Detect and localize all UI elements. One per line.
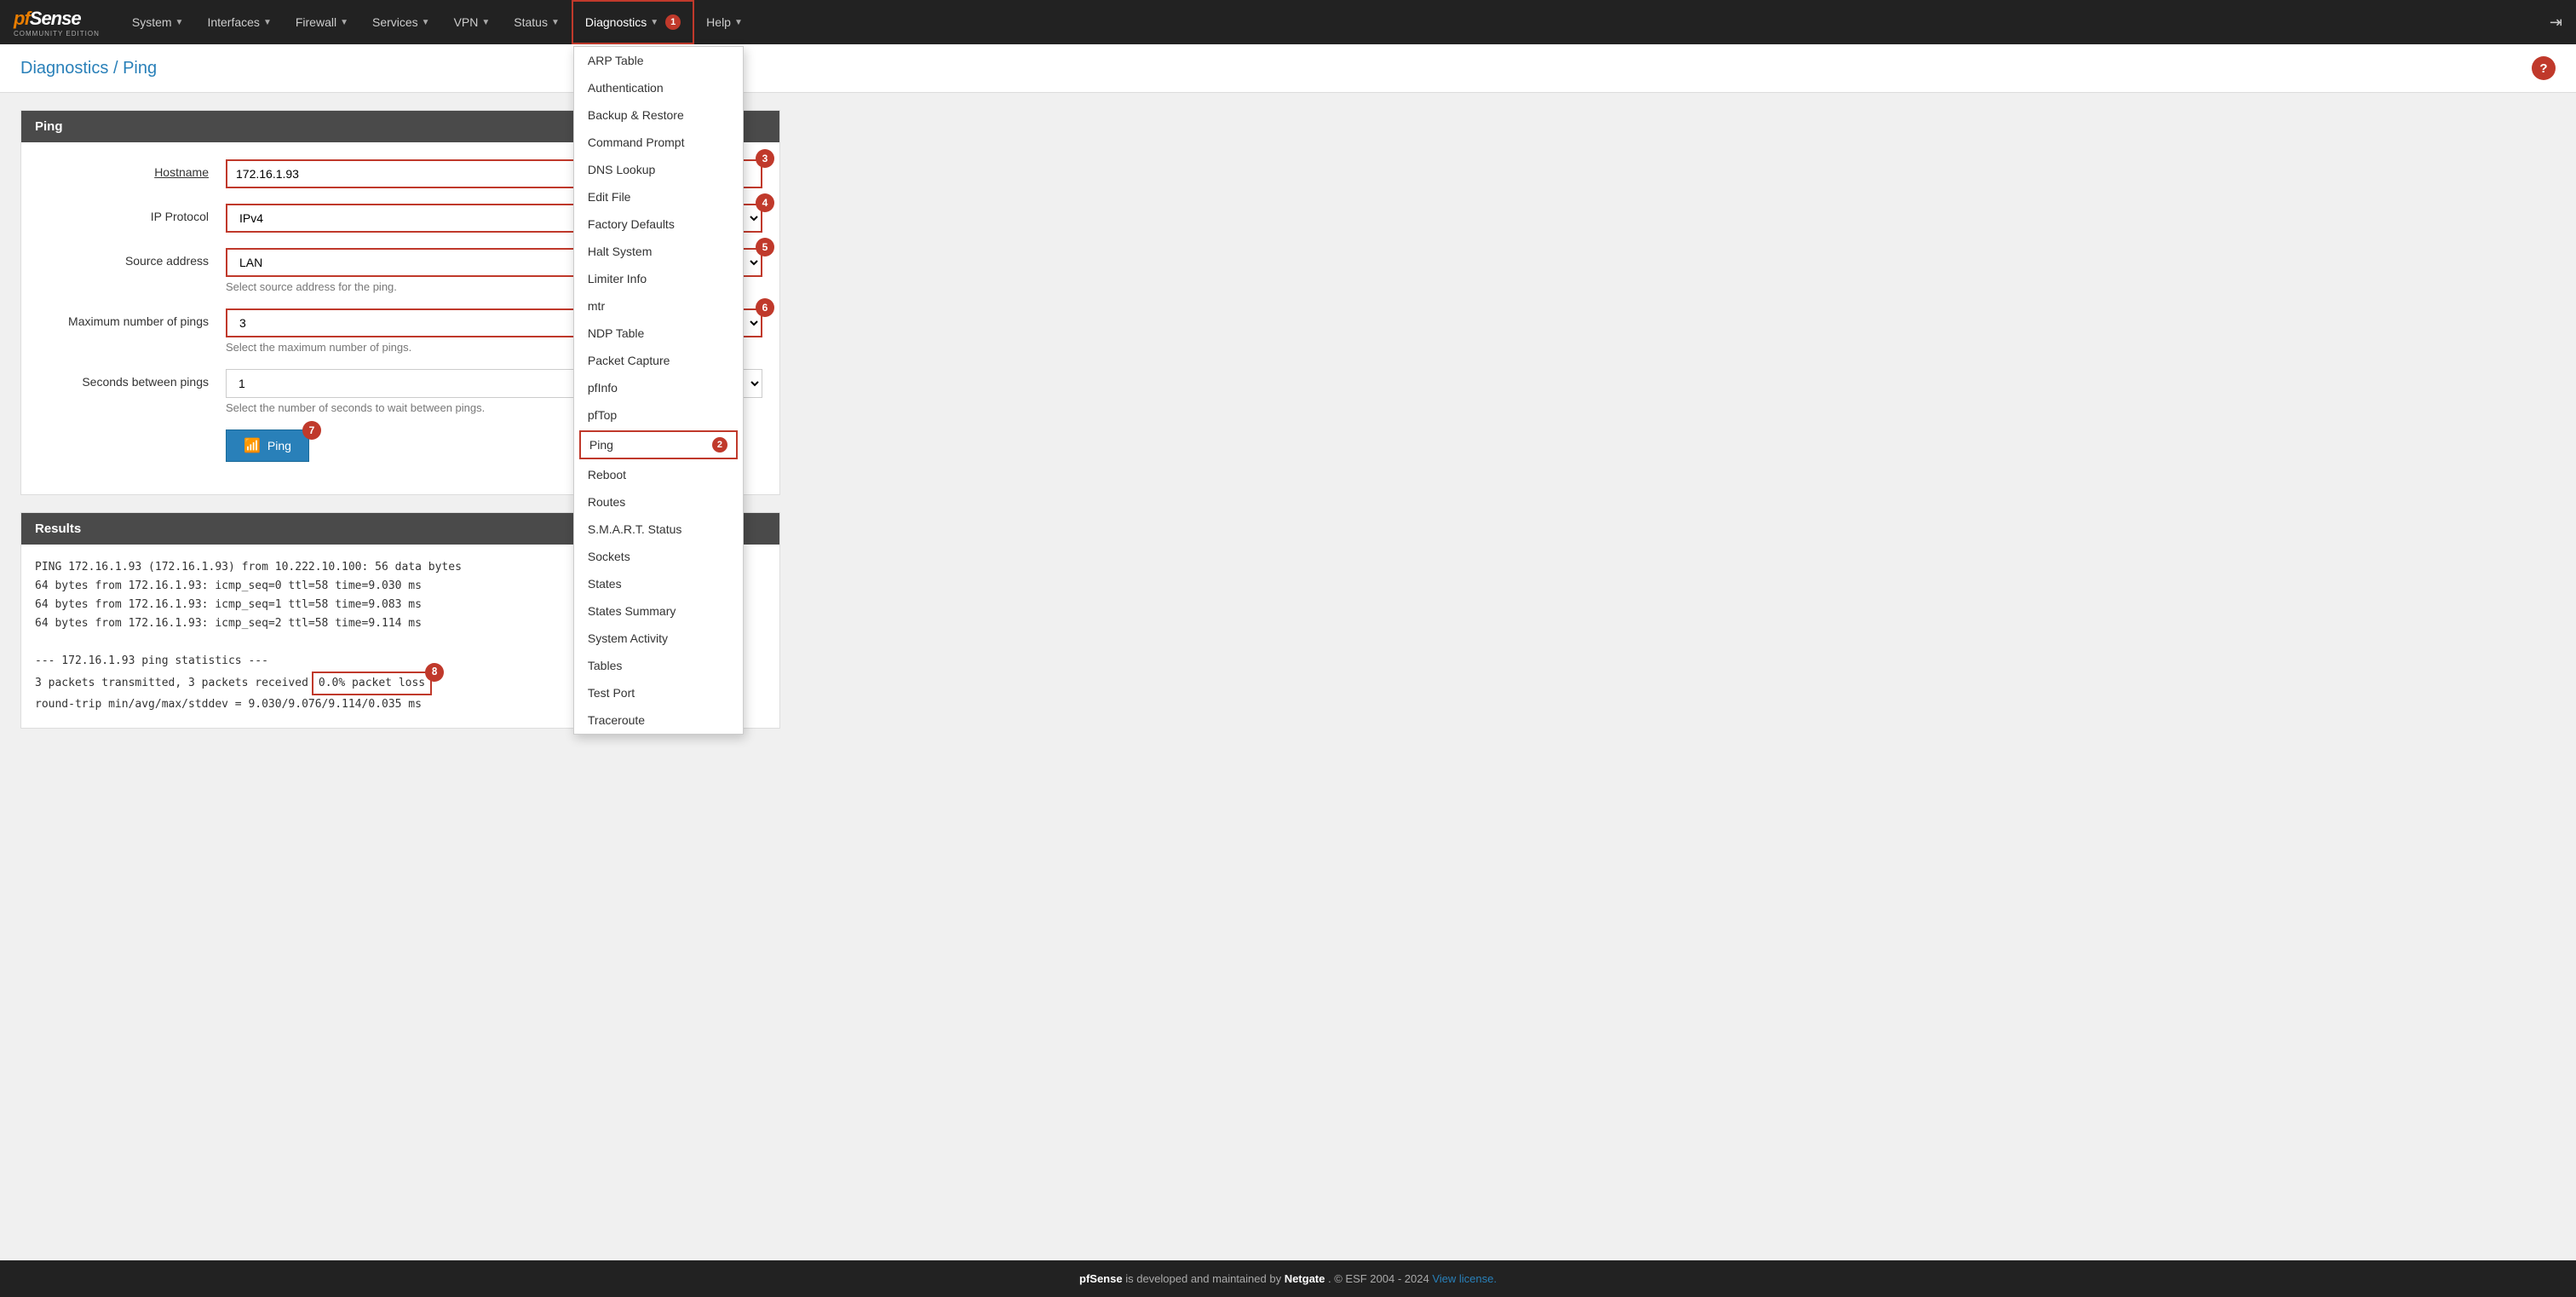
seconds-between-label: Seconds between pings — [38, 369, 226, 389]
caret-icon: ▼ — [422, 18, 430, 27]
nav-firewall[interactable]: Firewall ▼ — [284, 0, 360, 44]
ip-protocol-label: IP Protocol — [38, 204, 226, 223]
menu-mtr[interactable]: mtr — [574, 292, 743, 320]
footer-pfsense: pfSense — [1079, 1272, 1123, 1285]
menu-test-port[interactable]: Test Port — [574, 679, 743, 706]
navbar: pfSense COMMUNITY EDITION System ▼ Inter… — [0, 0, 2576, 44]
page-header: Diagnostics / Ping ? — [0, 44, 2576, 93]
caret-icon: ▼ — [263, 18, 272, 27]
menu-factory-defaults[interactable]: Factory Defaults — [574, 210, 743, 238]
step-7-badge: 7 — [302, 421, 321, 440]
caret-icon: ▼ — [650, 18, 658, 27]
step-3-badge: 3 — [756, 149, 774, 168]
menu-states[interactable]: States — [574, 570, 743, 597]
breadcrumb-current: Ping — [123, 59, 157, 78]
menu-sockets[interactable]: Sockets — [574, 543, 743, 570]
diagnostics-dropdown: ARP Table Authentication Backup & Restor… — [573, 46, 744, 735]
menu-routes[interactable]: Routes — [574, 488, 743, 516]
wifi-icon: 📶 — [244, 437, 261, 454]
ping-button-container: 📶 Ping 7 — [226, 429, 309, 462]
ping-button-spacer — [38, 429, 226, 435]
nav-status[interactable]: Status ▼ — [502, 0, 572, 44]
breadcrumb: Diagnostics / Ping — [20, 59, 157, 78]
footer: pfSense is developed and maintained by N… — [0, 1260, 2576, 1297]
menu-ndp-table[interactable]: NDP Table — [574, 320, 743, 347]
ping-button[interactable]: 📶 Ping — [226, 429, 309, 462]
menu-system-activity[interactable]: System Activity — [574, 625, 743, 652]
nav-services[interactable]: Services ▼ — [360, 0, 442, 44]
footer-after: . © ESF 2004 - 2024 — [1328, 1272, 1432, 1285]
breadcrumb-separator: / — [113, 59, 123, 78]
menu-traceroute[interactable]: Traceroute — [574, 706, 743, 734]
caret-icon: ▼ — [175, 18, 184, 27]
footer-middle: is developed and maintained by — [1125, 1272, 1284, 1285]
menu-states-summary[interactable]: States Summary — [574, 597, 743, 625]
footer-license-link[interactable]: View license. — [1432, 1272, 1497, 1285]
step-4-badge: 4 — [756, 193, 774, 212]
menu-dns-lookup[interactable]: DNS Lookup — [574, 156, 743, 183]
menu-arp-table[interactable]: ARP Table — [574, 47, 743, 74]
hostname-link[interactable]: Hostname — [154, 165, 209, 179]
source-address-label: Source address — [38, 248, 226, 268]
nav-interfaces[interactable]: Interfaces ▼ — [195, 0, 283, 44]
menu-pftop[interactable]: pfTop — [574, 401, 743, 429]
menu-smart-status[interactable]: S.M.A.R.T. Status — [574, 516, 743, 543]
ping-menu-badge: 2 — [712, 437, 727, 453]
help-button[interactable]: ? — [2532, 56, 2556, 80]
caret-icon: ▼ — [481, 18, 490, 27]
step-8-badge: 8 — [425, 663, 444, 682]
menu-limiter-info[interactable]: Limiter Info — [574, 265, 743, 292]
max-pings-label: Maximum number of pings — [38, 308, 226, 328]
breadcrumb-parent: Diagnostics — [20, 59, 108, 78]
step-5-badge: 5 — [756, 238, 774, 257]
menu-pfinfo[interactable]: pfInfo — [574, 374, 743, 401]
menu-command-prompt[interactable]: Command Prompt — [574, 129, 743, 156]
caret-icon: ▼ — [340, 18, 348, 27]
caret-icon: ▼ — [734, 18, 743, 27]
logout-icon[interactable]: ⇥ — [2550, 14, 2562, 32]
nav-system[interactable]: System ▼ — [120, 0, 196, 44]
nav-items: System ▼ Interfaces ▼ Firewall ▼ Service… — [120, 0, 2550, 44]
menu-reboot[interactable]: Reboot — [574, 461, 743, 488]
menu-tables[interactable]: Tables — [574, 652, 743, 679]
step-6-badge: 6 — [756, 298, 774, 317]
footer-netgate: Netgate — [1285, 1272, 1325, 1285]
menu-authentication[interactable]: Authentication — [574, 74, 743, 101]
caret-icon: ▼ — [551, 18, 560, 27]
menu-halt-system[interactable]: Halt System — [574, 238, 743, 265]
diagnostics-badge: 1 — [665, 14, 681, 30]
hostname-label: Hostname — [38, 159, 226, 179]
menu-ping[interactable]: Ping 2 — [579, 430, 738, 459]
menu-backup-restore[interactable]: Backup & Restore — [574, 101, 743, 129]
brand-subtitle: COMMUNITY EDITION — [14, 30, 100, 37]
menu-packet-capture[interactable]: Packet Capture — [574, 347, 743, 374]
nav-diagnostics[interactable]: Diagnostics ▼ 1 ARP Table Authentication… — [572, 0, 694, 44]
brand-logo[interactable]: pfSense COMMUNITY EDITION — [14, 8, 100, 37]
nav-vpn[interactable]: VPN ▼ — [442, 0, 503, 44]
nav-help[interactable]: Help ▼ — [694, 0, 755, 44]
packet-loss-value: 0.0% packet loss — [312, 672, 432, 695]
menu-edit-file[interactable]: Edit File — [574, 183, 743, 210]
